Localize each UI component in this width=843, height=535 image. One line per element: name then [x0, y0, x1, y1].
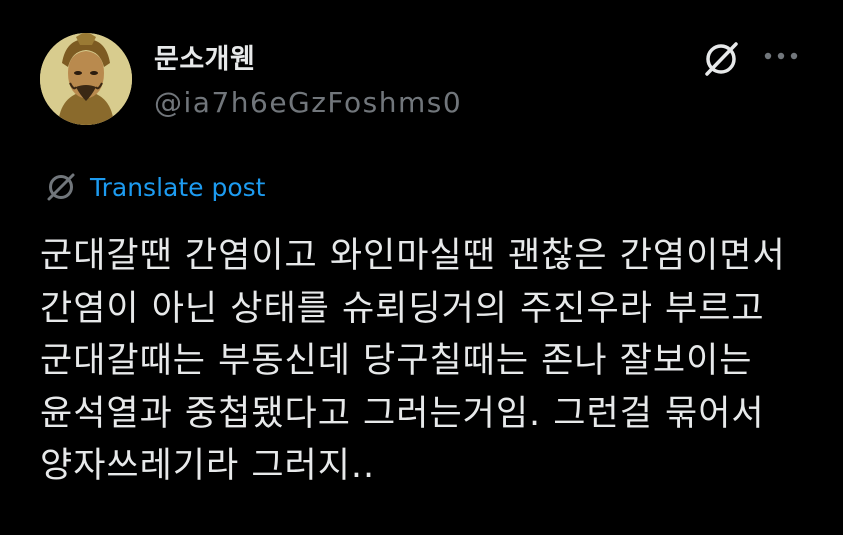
post-text-line: 군대갈땐 간염이고 와인마실땐 괜찮은 간염이면서 [40, 236, 786, 276]
user-handle[interactable]: @ia7h6eGzFoshms0 [154, 86, 462, 119]
avatar-portrait-icon [40, 33, 132, 125]
post-text-line: 군대갈때는 부동신데 당구칠때는 존나 잘보이는 [40, 341, 753, 381]
post-text-line: 윤석열과 중첩됐다고 그러는거임. 그런걸 묶어서 [40, 393, 765, 434]
more-options-icon[interactable] [762, 50, 800, 62]
translate-post-link[interactable]: Translate post [44, 170, 265, 204]
post-text-line: 간염이 아닌 상태를 슈뢰딩거의 주진우라 부르고 [40, 288, 765, 329]
translate-post-label[interactable]: Translate post [90, 173, 265, 202]
avatar[interactable] [40, 33, 132, 125]
post-card: 문소개웬 @ia7h6eGzFoshms0 Translate post 군대갈… [0, 0, 843, 535]
translate-icon [47, 173, 75, 201]
display-name[interactable]: 문소개웬 [154, 37, 255, 76]
post-text: 군대갈땐 간염이고 와인마실땐 괜찮은 간염이면서 간염이 아닌 상태를 슈뢰딩… [40, 230, 820, 493]
post-text-line: 양자쓰레기라 그러지.. [40, 446, 376, 486]
grok-icon[interactable] [700, 38, 742, 80]
